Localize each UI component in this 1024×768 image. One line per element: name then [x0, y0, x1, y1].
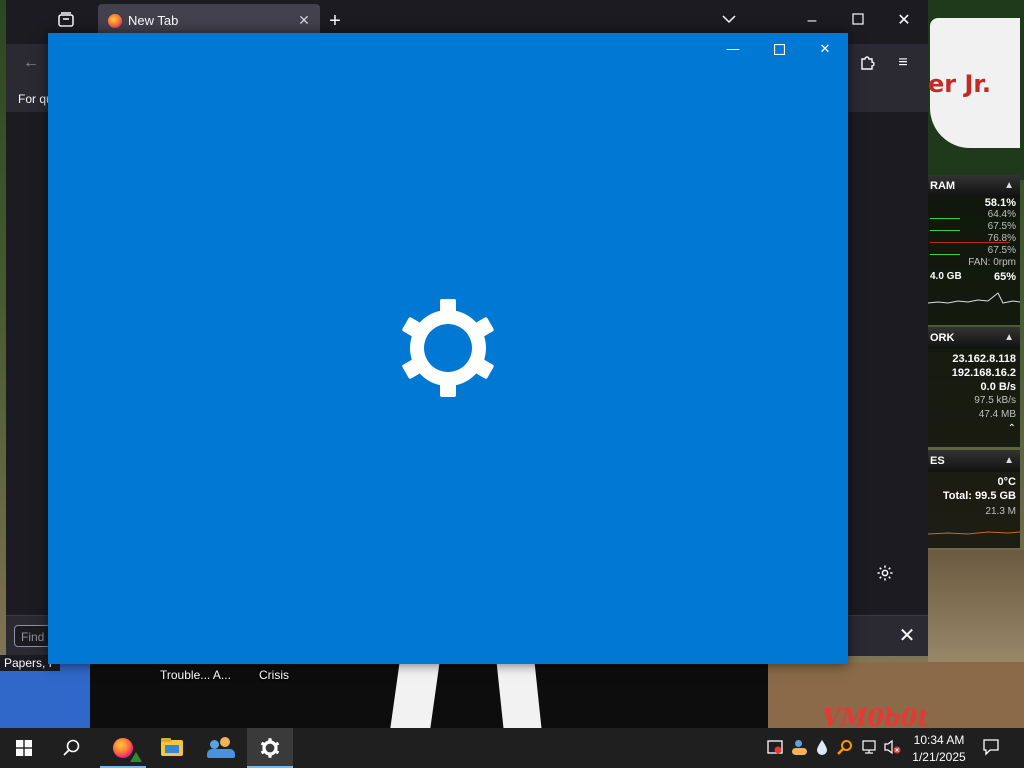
drive-temperature: 0°C — [997, 476, 1016, 488]
wallpaper-area — [928, 550, 1024, 670]
collapse-icon[interactable]: ▲ — [1004, 327, 1014, 349]
people-icon[interactable] — [198, 728, 244, 768]
desktop-icon-label[interactable]: Trouble... A... — [160, 668, 231, 682]
gear-icon[interactable] — [876, 564, 896, 584]
firefox-icon — [108, 14, 122, 28]
people-tray-icon[interactable] — [791, 739, 809, 757]
settings-window: — ✕ — [48, 33, 848, 664]
droplet-icon[interactable] — [813, 739, 831, 757]
ram-usage: 4.0 GB 65% — [930, 271, 1016, 283]
drive-used: 21.3 M — [985, 506, 1016, 517]
gadget-header: RAM ▲ — [928, 175, 1020, 197]
wallpaper-area — [0, 662, 100, 728]
cpu-core: 76.8% — [928, 233, 1020, 245]
desktop-icon-label[interactable]: Crisis — [259, 668, 289, 682]
settings-icon[interactable] — [247, 728, 293, 768]
cpu-ram-gadget: RAM ▲ 58.1% 64.4% 67.5% 76.8% 67.5% FAN: … — [928, 175, 1020, 325]
clock-date[interactable]: 1/21/2025 — [904, 750, 974, 764]
file-explorer-icon[interactable] — [149, 728, 195, 768]
cpu-core: 67.5% — [928, 245, 1020, 257]
volume-muted-icon[interactable] — [884, 739, 902, 757]
download-total: 47.4 MB — [978, 409, 1016, 420]
fan-speed: FAN: 0rpm — [968, 257, 1016, 268]
cpu-total: 58.1% — [984, 197, 1016, 209]
expand-icon[interactable]: ⌃ — [928, 423, 1020, 435]
maximize-icon[interactable] — [847, 11, 869, 33]
network-speed: 0.0 B/s — [980, 381, 1016, 393]
close-icon[interactable]: ✕ — [294, 10, 314, 30]
close-icon[interactable]: ✕ — [802, 33, 848, 65]
minimize-icon[interactable]: — — [710, 33, 756, 65]
gadget-header: ORK ▲ — [928, 327, 1020, 349]
new-tab-icon[interactable]: + — [324, 11, 346, 33]
minimize-icon[interactable]: – — [801, 11, 823, 33]
tab-title: New Tab — [128, 13, 179, 28]
wallpaper-text: er Jr. — [928, 70, 991, 98]
local-ip: 192.168.16.2 — [951, 367, 1016, 379]
taskbar: 10:34 AM 1/21/2025 — [0, 728, 1024, 768]
drive-total: Total: 99.5 GB — [942, 490, 1016, 502]
cpu-core: 67.5% — [928, 221, 1020, 233]
extensions-icon[interactable] — [856, 53, 878, 75]
upload-rate: 97.5 kB/s — [974, 395, 1016, 406]
drive-graph — [928, 531, 1020, 535]
cpu-core: 64.4% — [928, 209, 1020, 221]
security-icon[interactable] — [766, 739, 784, 757]
close-icon[interactable]: ✕ — [896, 625, 918, 647]
clock-time[interactable]: 10:34 AM — [904, 733, 974, 747]
gadget-header: ES ▲ — [928, 450, 1020, 472]
drives-gadget: ES ▲ 0°C Total: 99.5 GB 21.3 M — [928, 450, 1020, 548]
back-icon[interactable]: ← — [20, 53, 42, 75]
tab-manager-icon[interactable] — [55, 11, 77, 33]
network-icon[interactable] — [860, 739, 878, 757]
gear-icon — [402, 299, 494, 397]
start-icon[interactable] — [0, 728, 46, 768]
close-icon[interactable]: ✕ — [893, 11, 915, 33]
notification-icon[interactable] — [982, 738, 1000, 756]
magnifier-tray-icon[interactable] — [836, 739, 854, 757]
search-icon[interactable] — [48, 728, 94, 768]
ram-graph — [928, 292, 1020, 304]
firefox-icon[interactable] — [100, 728, 146, 768]
menu-icon[interactable]: ≡ — [892, 53, 914, 75]
network-gadget: ORK ▲ 23.162.8.118 192.168.16.2 0.0 B/s 9… — [928, 327, 1020, 447]
collapse-icon[interactable]: ▲ — [1004, 450, 1014, 472]
tab-list-icon[interactable] — [718, 11, 740, 33]
collapse-icon[interactable]: ▲ — [1004, 175, 1014, 197]
wallpaper-stripe — [496, 662, 542, 728]
public-ip: 23.162.8.118 — [952, 353, 1016, 365]
maximize-icon[interactable] — [756, 33, 802, 65]
